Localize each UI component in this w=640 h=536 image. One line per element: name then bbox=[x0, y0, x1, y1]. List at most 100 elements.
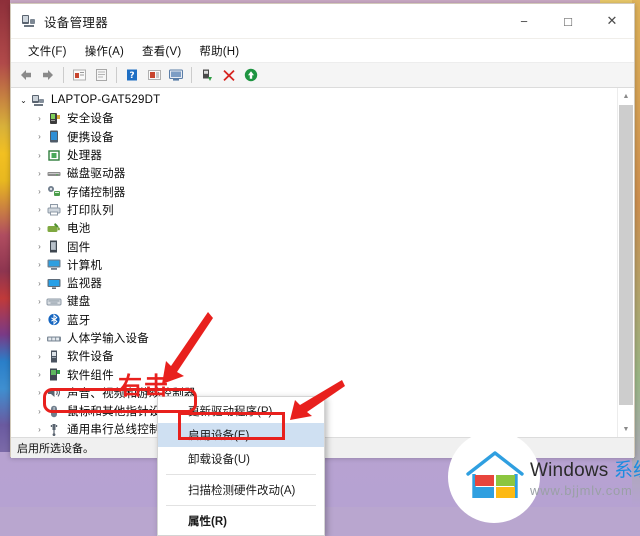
watermark-brand-en: Windows bbox=[530, 459, 614, 481]
computer-root-icon bbox=[30, 93, 46, 108]
menu-bar: 文件(F) 操作(A) 查看(V) 帮助(H) bbox=[11, 39, 634, 63]
tree-item[interactable]: › 安全设备 bbox=[11, 109, 618, 127]
forward-icon[interactable] bbox=[38, 65, 58, 85]
chevron-right-icon[interactable]: › bbox=[33, 114, 46, 123]
watermark: Windows 系统之家 www.bjjmlv.com bbox=[448, 431, 640, 523]
chevron-right-icon[interactable]: › bbox=[33, 132, 46, 141]
tree-item-label: 打印队列 bbox=[67, 204, 114, 217]
tree-item-label: LAPTOP-GAT529DT bbox=[51, 94, 161, 107]
tree-item-label: 蓝牙 bbox=[67, 314, 91, 327]
tree-item[interactable]: › 处理器 bbox=[11, 146, 618, 164]
tree-item-label: 固件 bbox=[67, 241, 91, 254]
tree-item-label: 便携设备 bbox=[67, 131, 114, 144]
software-component-icon bbox=[46, 367, 62, 382]
tree-item[interactable]: › 打印队列 bbox=[11, 201, 618, 219]
properties-icon[interactable] bbox=[69, 65, 89, 85]
chevron-right-icon[interactable]: › bbox=[33, 187, 46, 196]
tree-item[interactable]: › 便携设备 bbox=[11, 128, 618, 146]
ctx-uninstall-device[interactable]: 卸载设备(U) bbox=[158, 447, 324, 471]
show-hidden-icon[interactable] bbox=[144, 65, 164, 85]
status-text: 启用所选设备。 bbox=[17, 443, 94, 455]
chevron-right-icon[interactable]: › bbox=[33, 352, 46, 361]
firmware-icon bbox=[46, 239, 62, 254]
chevron-right-icon[interactable]: › bbox=[33, 260, 46, 269]
menu-action[interactable]: 操作(A) bbox=[76, 41, 133, 61]
document-icon[interactable] bbox=[91, 65, 111, 85]
tree-item[interactable]: › 电池 bbox=[11, 219, 618, 237]
tree-item[interactable]: › 人体学输入设备 bbox=[11, 329, 618, 347]
scroll-down-button[interactable]: ▼ bbox=[618, 421, 634, 437]
tree-item-label: 磁盘驱动器 bbox=[67, 168, 126, 181]
toolbar-separator bbox=[63, 67, 64, 83]
tree-item[interactable]: › 存储控制器 bbox=[11, 182, 618, 200]
tree-item-label: 键盘 bbox=[67, 296, 91, 309]
tree-item-label: 计算机 bbox=[67, 259, 103, 272]
scan-hardware-icon[interactable] bbox=[166, 65, 186, 85]
watermark-url: www.bjjmlv.com bbox=[530, 482, 633, 498]
maximize-button[interactable]: □ bbox=[546, 4, 590, 38]
chevron-right-icon[interactable]: › bbox=[33, 151, 46, 160]
keyboard-icon bbox=[46, 294, 62, 309]
toolbar: ? bbox=[11, 63, 634, 88]
chevron-right-icon[interactable]: › bbox=[33, 279, 46, 288]
tree-item-label: 软件设备 bbox=[67, 351, 114, 364]
chevron-right-icon[interactable]: › bbox=[33, 370, 46, 379]
hid-icon bbox=[46, 331, 62, 346]
ctx-properties[interactable]: 属性(R) bbox=[158, 509, 324, 533]
close-button[interactable]: ✕ bbox=[590, 4, 634, 38]
tree-item[interactable]: › 蓝牙 bbox=[11, 311, 618, 329]
window-title: 设备管理器 bbox=[44, 15, 109, 30]
vertical-scrollbar[interactable]: ▲ ▼ bbox=[617, 88, 634, 437]
usb-controller-icon bbox=[46, 422, 62, 437]
print-queue-icon bbox=[46, 202, 62, 217]
annotation-right-click-label: 右击 bbox=[118, 372, 170, 400]
chevron-right-icon[interactable]: › bbox=[33, 242, 46, 251]
windows-house-logo-icon bbox=[464, 450, 526, 502]
watermark-brand-cn: 系统之家 bbox=[613, 459, 640, 481]
monitor-icon bbox=[46, 276, 62, 291]
window-controls: − □ ✕ bbox=[502, 4, 634, 38]
help-icon[interactable]: ? bbox=[122, 65, 142, 85]
annotation-box-enable-device bbox=[178, 412, 285, 440]
tree-item[interactable]: › 计算机 bbox=[11, 256, 618, 274]
chevron-right-icon[interactable]: › bbox=[33, 425, 46, 434]
menu-view[interactable]: 查看(V) bbox=[133, 41, 190, 61]
scroll-up-button[interactable]: ▲ bbox=[618, 88, 634, 104]
minimize-button[interactable]: − bbox=[502, 4, 546, 38]
context-menu-separator bbox=[166, 474, 316, 475]
back-icon[interactable] bbox=[16, 65, 36, 85]
context-menu-separator bbox=[166, 505, 316, 506]
processor-icon bbox=[46, 148, 62, 163]
chevron-right-icon[interactable]: › bbox=[33, 224, 46, 233]
ctx-scan-hardware[interactable]: 扫描检测硬件改动(A) bbox=[158, 478, 324, 502]
title-bar: 设备管理器 − □ ✕ bbox=[11, 4, 634, 39]
disable-device-icon[interactable] bbox=[219, 65, 239, 85]
chevron-right-icon[interactable]: › bbox=[33, 205, 46, 214]
chevron-right-icon[interactable]: › bbox=[33, 315, 46, 324]
enable-device-icon[interactable] bbox=[241, 65, 261, 85]
chevron-right-icon[interactable]: › bbox=[33, 169, 46, 178]
tree-item[interactable]: › 软件设备 bbox=[11, 347, 618, 365]
scrollbar-thumb[interactable] bbox=[619, 105, 633, 405]
tree-item-label: 电池 bbox=[67, 223, 91, 236]
battery-icon bbox=[46, 221, 62, 236]
watermark-brand: Windows 系统之家 bbox=[530, 455, 640, 482]
chevron-right-icon[interactable]: › bbox=[33, 297, 46, 306]
toolbar-separator bbox=[116, 67, 117, 83]
chevron-down-icon[interactable]: ⌄ bbox=[17, 96, 30, 105]
menu-file[interactable]: 文件(F) bbox=[19, 41, 76, 61]
tree-item[interactable]: › 磁盘驱动器 bbox=[11, 164, 618, 182]
tree-item[interactable]: › 固件 bbox=[11, 237, 618, 255]
tree-item[interactable]: › 监视器 bbox=[11, 274, 618, 292]
tree-item-label: 人体学输入设备 bbox=[67, 333, 149, 345]
menu-help[interactable]: 帮助(H) bbox=[190, 41, 248, 61]
update-driver-icon[interactable] bbox=[197, 65, 217, 85]
disk-drive-icon bbox=[46, 166, 62, 181]
tree-root-item[interactable]: ⌄ LAPTOP-GAT529DT bbox=[11, 91, 618, 109]
security-device-icon bbox=[46, 111, 62, 126]
tree-item-label: 监视器 bbox=[67, 278, 103, 291]
desktop-color-band-left bbox=[0, 0, 10, 452]
portable-device-icon bbox=[46, 129, 62, 144]
tree-item[interactable]: › 键盘 bbox=[11, 292, 618, 310]
chevron-right-icon[interactable]: › bbox=[33, 334, 46, 343]
